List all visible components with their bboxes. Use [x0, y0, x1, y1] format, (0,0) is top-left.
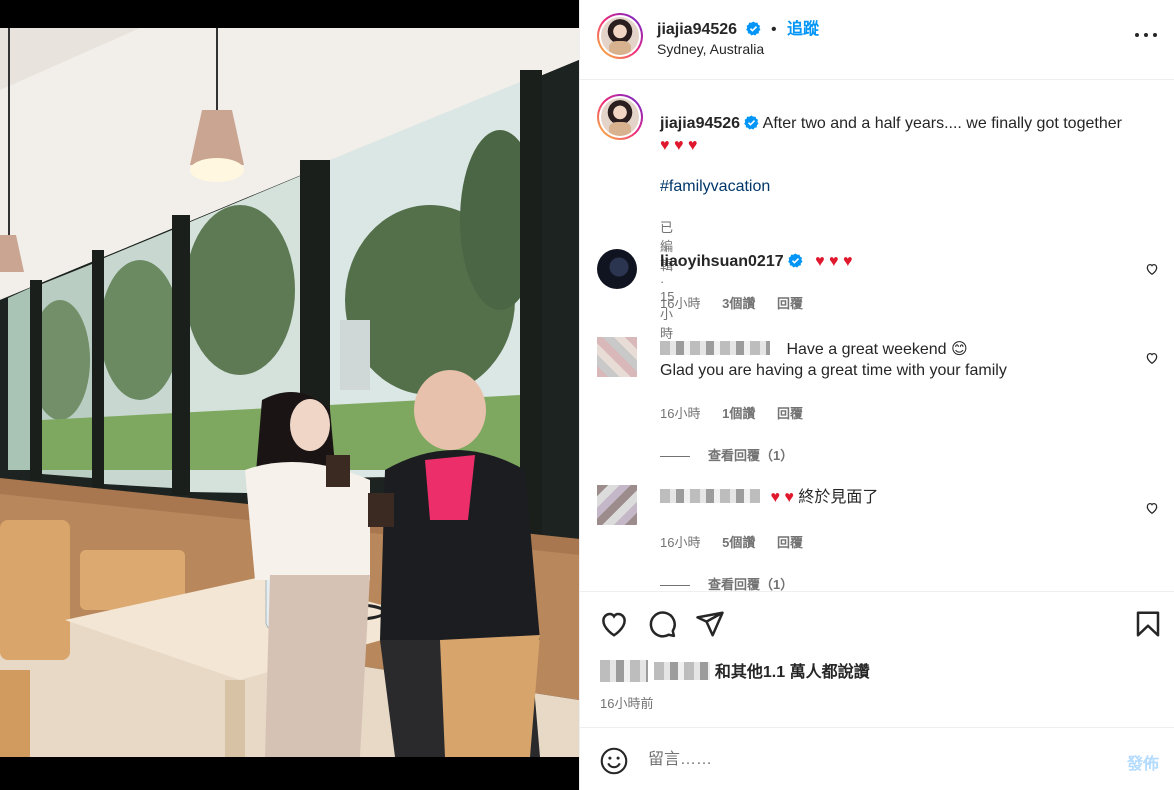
caption-hearts: ♥ ♥ ♥	[660, 137, 698, 154]
comment-text: Have a great weekend 😊 Glad you are havi…	[660, 339, 1007, 381]
liker-name-blurred[interactable]	[654, 662, 711, 680]
view-replies-button[interactable]: 查看回覆（1）	[660, 574, 793, 591]
comment-time: 16小時	[660, 406, 701, 421]
likes-text: 和其他1.1 萬人都說讚	[714, 664, 870, 681]
post-detail-panel: jiajia94526 • 追蹤 Sydney, Australia jiaji…	[579, 0, 1174, 790]
post-header: jiajia94526 • 追蹤 Sydney, Australia	[580, 0, 1174, 80]
liker-avatars-blurred[interactable]	[600, 660, 648, 682]
commenter-avatar[interactable]	[597, 337, 637, 377]
comment-box: 發佈	[580, 727, 1174, 790]
post-photo[interactable]	[0, 0, 579, 790]
instagram-post-view: jiajia94526 • 追蹤 Sydney, Australia jiaji…	[0, 0, 1174, 790]
comments-scroll-area[interactable]: jiajia94526 After two and a half years..…	[580, 81, 1174, 591]
comment-likes[interactable]: 3個讚	[722, 296, 755, 311]
comment-meta: 16小時 3個讚 回覆	[660, 293, 803, 312]
author-avatar[interactable]	[597, 13, 643, 59]
caption-avatar[interactable]	[597, 94, 643, 140]
verified-icon	[787, 253, 803, 268]
comment-meta: 16小時 5個讚 回覆	[660, 532, 803, 551]
comment-hearts: ♥ ♥	[770, 489, 794, 506]
comment-time: 16小時	[660, 296, 701, 311]
comment-input[interactable]	[648, 745, 1088, 775]
commenter-avatar[interactable]	[597, 485, 637, 525]
commenter-username-blurred[interactable]	[660, 341, 770, 355]
caption-username[interactable]: jiajia94526	[660, 115, 740, 132]
caption-hashtag[interactable]: #familyvacation	[660, 178, 770, 196]
caption-text-block: jiajia94526 After two and a half years..…	[660, 113, 1130, 157]
comment-like-heart-icon[interactable]	[1145, 262, 1159, 276]
comment-meta: 16小時 1個讚 回覆	[660, 403, 803, 422]
cafe-photo-illustration	[0, 0, 579, 790]
separator-dot: •	[770, 21, 777, 38]
view-replies-button[interactable]: 查看回覆（1）	[660, 445, 793, 464]
comment-line-1: Have a great weekend 😊	[786, 341, 968, 358]
post-comment-button[interactable]: 發佈	[1127, 750, 1159, 774]
likes-summary[interactable]: 和其他1.1 萬人都說讚	[600, 658, 870, 682]
post-location[interactable]: Sydney, Australia	[657, 41, 764, 57]
reply-button[interactable]: 回覆	[777, 406, 803, 421]
action-bar: 和其他1.1 萬人都說讚 16小時前	[580, 591, 1174, 726]
emoji-icon[interactable]	[600, 747, 628, 775]
comment-likes[interactable]: 1個讚	[722, 406, 755, 421]
comment-time: 16小時	[660, 535, 701, 550]
bookmark-icon[interactable]	[1133, 609, 1163, 639]
comment-body: 終於見面了	[798, 489, 879, 506]
reply-button[interactable]: 回覆	[777, 535, 803, 550]
comment-icon[interactable]	[647, 609, 677, 639]
comment-like-heart-icon[interactable]	[1145, 351, 1159, 365]
commenter-username-blurred[interactable]	[660, 489, 760, 503]
comment-likes[interactable]: 5個讚	[722, 535, 755, 550]
reply-button[interactable]: 回覆	[777, 296, 803, 311]
caption-meta: 已編輯 · 15小時	[660, 220, 675, 341]
caption-text: After two and a half years.... we finall…	[762, 115, 1122, 132]
comment-hearts: ♥ ♥ ♥	[815, 253, 853, 270]
comment-text: ♥ ♥ 終於見面了	[660, 487, 878, 508]
author-username[interactable]: jiajia94526	[657, 21, 737, 38]
author-line: jiajia94526 • 追蹤	[657, 15, 819, 39]
post-time[interactable]: 16小時前	[600, 693, 653, 712]
verified-icon	[745, 21, 760, 36]
share-icon[interactable]	[695, 609, 725, 639]
comment-line-2: Glad you are having a great time with yo…	[660, 362, 1007, 379]
more-options-icon[interactable]	[1135, 24, 1157, 46]
comment-like-heart-icon[interactable]	[1145, 501, 1159, 515]
follow-button[interactable]: 追蹤	[787, 21, 819, 38]
comment-text: liaoyihsuan0217 ♥ ♥ ♥	[660, 251, 852, 272]
commenter-avatar[interactable]	[597, 249, 637, 289]
commenter-username[interactable]: liaoyihsuan0217	[660, 253, 784, 270]
heart-icon[interactable]	[599, 609, 629, 639]
verified-icon	[744, 115, 759, 130]
